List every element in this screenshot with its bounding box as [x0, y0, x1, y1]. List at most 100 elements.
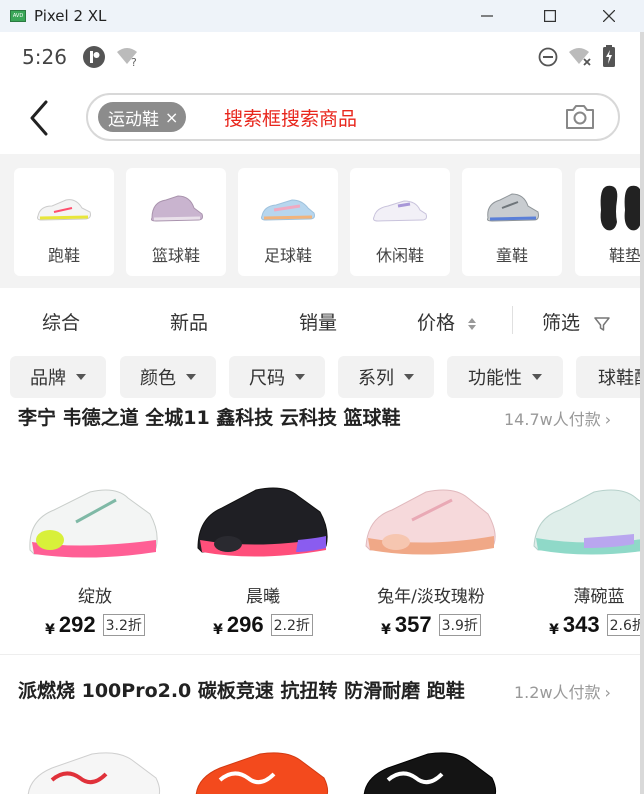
section-title[interactable]: 李宁 韦德之道 全城11 鑫科技 云科技 篮球鞋 — [18, 404, 401, 430]
category-label: 鞋垫 — [608, 246, 640, 265]
chevron-right-icon: › — [604, 683, 611, 702]
status-time: 5:26 — [22, 45, 67, 69]
football-shoe-icon — [261, 199, 315, 221]
dropdown-icon — [404, 374, 414, 380]
battery-icon — [603, 45, 615, 67]
category-label: 篮球鞋 — [151, 246, 200, 265]
dropdown-icon — [532, 374, 542, 380]
section-paid-count[interactable]: 14.7w人付款 › — [504, 406, 611, 430]
filter-brand[interactable]: 品牌 — [10, 356, 106, 398]
product-image — [533, 489, 640, 555]
product-name: 绽放 — [78, 587, 112, 607]
sort-new[interactable]: 新品 — [170, 308, 208, 335]
dropdown-icon — [295, 374, 305, 380]
product-image — [363, 752, 497, 794]
discount-badge: 2.2折 — [270, 614, 313, 636]
sort-sales[interactable]: 销量 — [299, 308, 337, 335]
price-value: 343 — [562, 612, 600, 637]
kids-shoe-icon — [487, 193, 539, 222]
filter-button[interactable]: 筛选 — [542, 308, 610, 335]
window-titlebar: AVD Pixel 2 XL — [0, 0, 644, 32]
category-label: 足球鞋 — [263, 246, 312, 265]
product-price: ¥357 3.9折 — [356, 612, 506, 638]
category-label: 童鞋 — [495, 246, 528, 265]
product-image — [29, 489, 158, 558]
filter-chip-label: 品牌 — [30, 368, 66, 389]
product-section: 派燃烧 100Pro2.0 碳板竞速 抗扭转 防滑耐磨 跑鞋 1.2w人付款 › — [0, 654, 640, 794]
discount-badge: 3.2折 — [102, 614, 145, 636]
search-hint: 搜索框搜索商品 — [224, 108, 358, 130]
sort-comprehensive[interactable]: 综合 — [42, 308, 80, 335]
filter-series[interactable]: 系列 — [338, 356, 434, 398]
currency-symbol: ¥ — [213, 622, 223, 638]
sort-price-label: 价格 — [417, 312, 456, 334]
currency-symbol: ¥ — [549, 622, 559, 638]
product-section: 李宁 韦德之道 全城11 鑫科技 云科技 篮球鞋 14.7w人付款 › 绽放 ¥2… — [0, 404, 640, 654]
filter-chip-label: 尺码 — [249, 368, 285, 389]
search-input[interactable]: 运动鞋 × 搜索框搜索商品 — [86, 93, 620, 141]
app-icon: AVD — [10, 10, 26, 22]
do-not-disturb-icon — [538, 47, 558, 67]
product-card[interactable]: 兔年/淡玫瑰粉 ¥357 3.9折 — [356, 440, 506, 654]
insole-icon — [600, 185, 640, 231]
product-image — [27, 752, 161, 794]
product-price: ¥296 2.2折 — [188, 612, 338, 638]
filter-funnel-icon — [594, 316, 610, 331]
chip-close-icon[interactable]: × — [165, 108, 178, 127]
section-paid-count[interactable]: 1.2w人付款 › — [514, 679, 611, 703]
scrollbar[interactable] — [640, 32, 644, 794]
paid-count: 14.7w人付款 — [504, 410, 601, 429]
category-basketball[interactable]: 篮球鞋 — [126, 168, 226, 276]
price-value: 292 — [58, 612, 96, 637]
category-football[interactable]: 足球鞋 — [238, 168, 338, 276]
search-keyword-chip[interactable]: 运动鞋 × — [98, 102, 187, 132]
price-value: 296 — [226, 612, 264, 637]
paid-count: 1.2w人付款 — [514, 683, 601, 702]
filter-label: 筛选 — [542, 312, 581, 334]
category-casual[interactable]: 休闲鞋 — [350, 168, 450, 276]
wifi-unknown-icon: ? — [117, 48, 137, 67]
product-name: 晨曦 — [246, 587, 280, 607]
filter-chip-label: 系列 — [358, 368, 394, 389]
category-running[interactable]: 跑鞋 — [14, 168, 114, 276]
filter-chip-label: 颜色 — [140, 368, 176, 389]
filter-chips: 品牌 颜色 尺码 系列 功能性 球鞋配 — [0, 352, 640, 408]
maximize-icon[interactable] — [527, 0, 573, 32]
notification-app-icon — [83, 46, 105, 68]
filter-accessories[interactable]: 球鞋配 — [576, 356, 640, 398]
product-name: 兔年/淡玫瑰粉 — [377, 587, 485, 607]
section-title[interactable]: 派燃烧 100Pro2.0 碳板竞速 抗扭转 防滑耐磨 跑鞋 — [18, 676, 465, 703]
minimize-icon[interactable] — [464, 0, 510, 32]
product-card[interactable]: 薄碗蓝 ¥343 2.6折 — [524, 440, 640, 654]
discount-badge: 3.9折 — [438, 614, 481, 636]
product-image — [195, 752, 329, 794]
window-title: Pixel 2 XL — [34, 7, 107, 25]
price-value: 357 — [394, 612, 432, 637]
sort-toggle-icon — [468, 317, 477, 330]
running-shoe-icon — [37, 199, 91, 221]
product-price: ¥343 2.6折 — [524, 612, 640, 638]
sort-price[interactable]: 价格 — [417, 308, 477, 335]
sort-divider — [512, 306, 513, 334]
chevron-right-icon: › — [604, 410, 612, 429]
product-card[interactable]: 晨曦 ¥296 2.2折 — [188, 440, 338, 654]
category-insole[interactable]: 鞋垫 — [575, 168, 640, 276]
casual-shoe-icon — [373, 200, 427, 222]
chip-label: 运动鞋 — [108, 109, 159, 130]
product-image — [197, 487, 328, 557]
search-row: 运动鞋 × 搜索框搜索商品 — [0, 82, 640, 154]
product-card[interactable]: 绽放 ¥292 3.2折 — [20, 440, 170, 654]
category-kids[interactable]: 童鞋 — [462, 168, 562, 276]
filter-color[interactable]: 颜色 — [120, 356, 216, 398]
currency-symbol: ¥ — [45, 622, 55, 638]
filter-function[interactable]: 功能性 — [447, 356, 563, 398]
filter-size[interactable]: 尺码 — [229, 356, 325, 398]
close-window-icon[interactable] — [586, 0, 632, 32]
sort-bar: 综合 新品 销量 价格 筛选 — [0, 288, 640, 352]
wifi-off-icon — [569, 48, 591, 66]
back-arrow-icon[interactable] — [26, 98, 54, 138]
dropdown-icon — [76, 374, 86, 380]
category-strip: 跑鞋 篮球鞋 足球鞋 休闲鞋 童鞋 鞋垫 — [0, 154, 640, 288]
camera-icon[interactable] — [564, 103, 596, 131]
svg-text:?: ? — [131, 56, 137, 67]
